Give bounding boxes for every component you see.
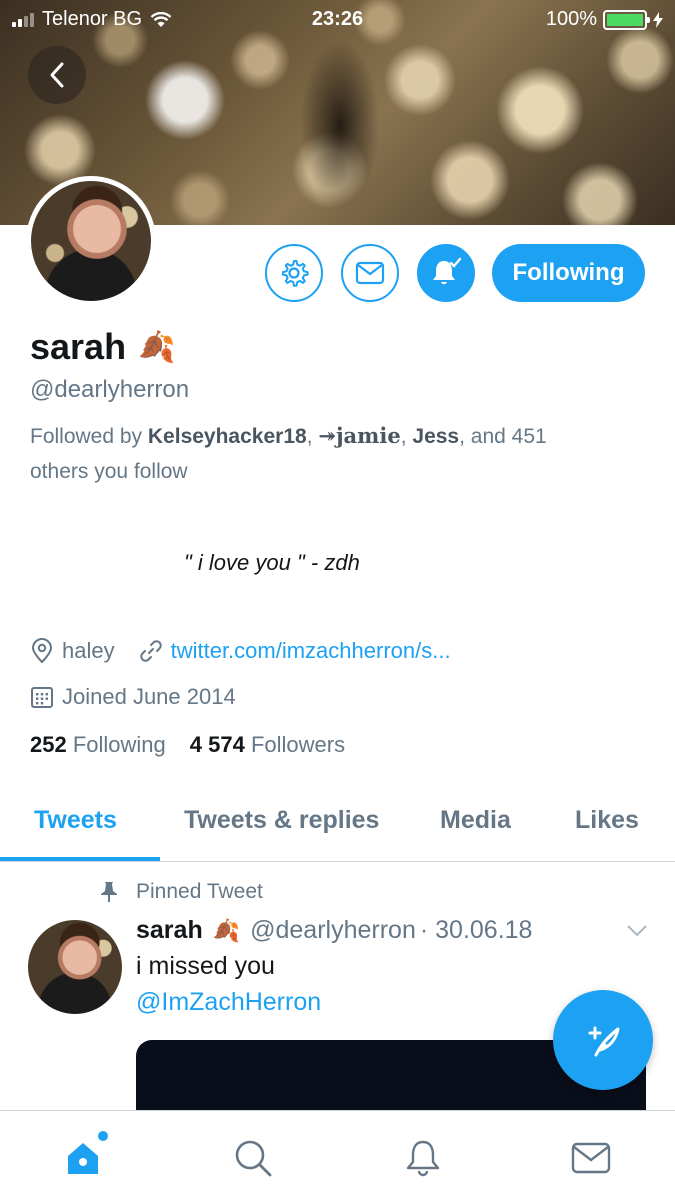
leaf-emoji: 🍂 bbox=[138, 330, 176, 364]
home-icon bbox=[68, 1143, 98, 1174]
tweet-author-name[interactable]: sarah bbox=[136, 916, 203, 945]
tab-media[interactable]: Media bbox=[440, 806, 511, 835]
website-link[interactable]: twitter.com/imzachherron/s... bbox=[171, 638, 451, 664]
following-stat[interactable]: 252 Following bbox=[30, 732, 166, 758]
profile-tabs: Tweets Tweets & replies Media Likes bbox=[0, 800, 675, 862]
follower-link-jess[interactable]: Jess bbox=[412, 425, 459, 448]
follow-stats: 252 Following 4 574 Followers bbox=[30, 732, 345, 758]
battery-percent: 100% bbox=[545, 8, 597, 30]
bottom-navigation bbox=[0, 1110, 675, 1200]
tweet-mention-link[interactable]: @ImZachHerron bbox=[136, 988, 321, 1017]
joined-text: Joined June 2014 bbox=[62, 684, 236, 709]
leaf-emoji: 🍂 bbox=[212, 917, 241, 943]
location-text: haley bbox=[62, 638, 115, 663]
link-icon bbox=[139, 640, 162, 662]
gear-icon bbox=[281, 260, 309, 287]
location-pin-icon bbox=[31, 638, 53, 664]
back-button[interactable] bbox=[28, 46, 86, 104]
chevron-down-icon bbox=[627, 925, 647, 937]
follower-link-jamie[interactable]: ↠jamie bbox=[318, 423, 400, 448]
profile-bio: " i love you " - zdh bbox=[184, 550, 360, 575]
tweet-avatar[interactable] bbox=[28, 920, 122, 1014]
active-tab-indicator bbox=[0, 857, 160, 861]
pin-icon bbox=[101, 882, 117, 902]
settings-button[interactable] bbox=[265, 244, 323, 302]
search-icon bbox=[235, 1140, 272, 1177]
chevron-left-icon bbox=[50, 62, 64, 88]
nav-messages[interactable] bbox=[566, 1133, 616, 1183]
compose-tweet-button[interactable] bbox=[553, 990, 653, 1090]
tab-likes[interactable]: Likes bbox=[575, 806, 639, 835]
compose-feather-icon bbox=[588, 1026, 620, 1057]
profile-handle: @dearlyherron bbox=[30, 376, 190, 403]
nav-home[interactable] bbox=[60, 1131, 110, 1183]
calendar-icon bbox=[31, 687, 53, 708]
following-button[interactable]: Following bbox=[492, 244, 645, 302]
followers-stat[interactable]: 4 574 Followers bbox=[190, 732, 345, 758]
pinned-tweet-label: Pinned Tweet bbox=[100, 880, 263, 904]
profile-name-text: sarah bbox=[30, 326, 127, 367]
profile-name: sarah 🍂 bbox=[30, 326, 175, 368]
follower-link-kelsey[interactable]: Kelseyhacker18 bbox=[148, 425, 307, 448]
tweet-author-handle[interactable]: @dearlyherron bbox=[250, 916, 416, 945]
tab-tweets-replies[interactable]: Tweets & replies bbox=[184, 806, 379, 835]
status-bar: Telenor BG 23:26 100% bbox=[0, 0, 675, 40]
banner-shadow bbox=[300, 40, 380, 210]
home-notification-dot bbox=[98, 1131, 108, 1141]
envelope-icon bbox=[355, 261, 385, 285]
nav-notifications[interactable] bbox=[398, 1133, 448, 1183]
bell-icon bbox=[406, 1140, 440, 1177]
envelope-icon bbox=[571, 1142, 611, 1174]
tweet-header: sarah 🍂 @dearlyherron · 30.06.18 bbox=[136, 916, 532, 945]
charging-bolt-icon bbox=[653, 11, 663, 28]
location-website-row: haley twitter.com/imzachherron/s... bbox=[30, 638, 451, 664]
bell-check-icon bbox=[433, 257, 462, 285]
battery-icon bbox=[603, 9, 650, 30]
nav-search[interactable] bbox=[228, 1133, 278, 1183]
tweet-options-button[interactable] bbox=[626, 924, 648, 943]
notifications-button[interactable] bbox=[417, 244, 475, 302]
tweet-text: i missed you bbox=[136, 952, 275, 980]
profile-avatar[interactable] bbox=[26, 176, 156, 306]
tab-tweets[interactable]: Tweets bbox=[34, 806, 117, 835]
message-button[interactable] bbox=[341, 244, 399, 302]
tweet-date: · 30.06.18 bbox=[419, 916, 533, 944]
joined-row: Joined June 2014 bbox=[30, 684, 236, 710]
followed-by-text: Followed by Kelseyhacker18, ↠jamie, Jess… bbox=[30, 423, 547, 483]
